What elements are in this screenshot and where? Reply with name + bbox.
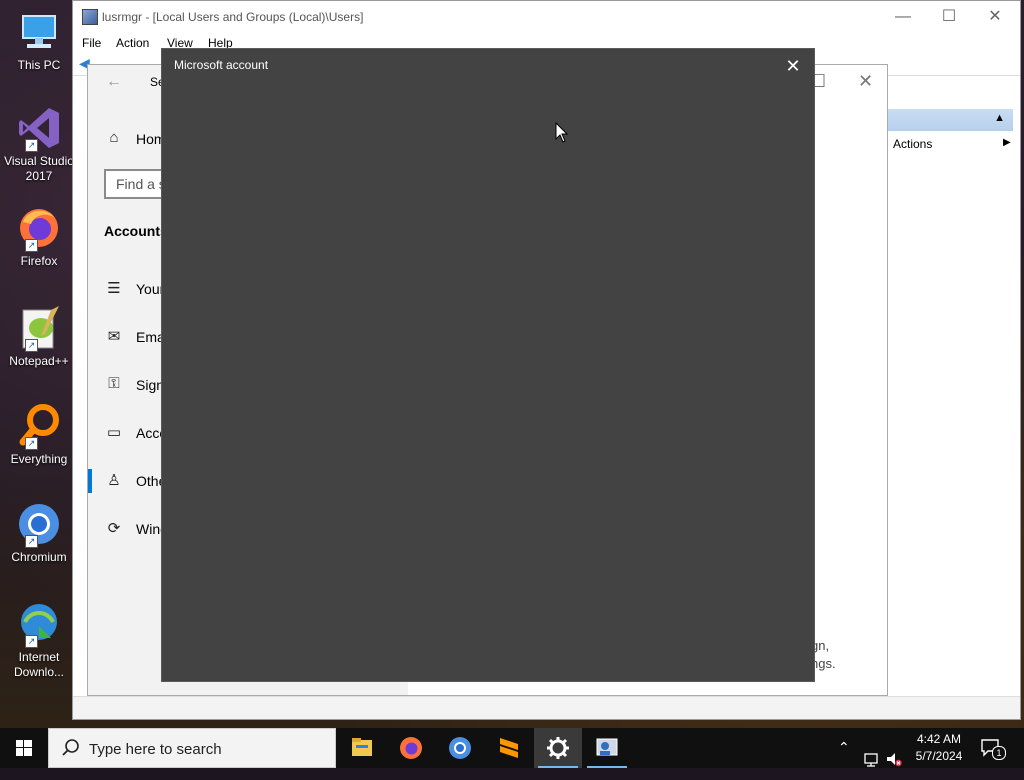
menu-file[interactable]: File	[82, 36, 101, 50]
taskbar-search-input[interactable]: Type here to search	[48, 728, 336, 768]
shortcut-arrow-icon: ↗	[25, 339, 38, 352]
network-icon[interactable]	[862, 740, 880, 780]
desktop-icon-chromium[interactable]: ↗ Chromium	[3, 500, 75, 565]
menu-action[interactable]: Action	[116, 36, 149, 50]
desktop-icon-visual-studio[interactable]: ↗ Visual Studio 2017	[3, 104, 75, 184]
windows-logo-icon	[16, 740, 32, 756]
everything-search-icon: ↗	[15, 402, 63, 450]
lusrmgr-icon	[82, 9, 98, 25]
firefox-icon: ↗	[15, 204, 63, 252]
shortcut-arrow-icon: ↗	[25, 635, 38, 648]
notification-badge: 1	[992, 746, 1006, 760]
taskbar-file-explorer[interactable]	[338, 728, 386, 768]
this-pc-icon	[15, 8, 63, 56]
shortcut-arrow-icon: ↗	[25, 437, 38, 450]
key-icon: ⚿	[108, 375, 120, 392]
shortcut-arrow-icon: ↗	[25, 535, 38, 548]
desktop-icon-everything[interactable]: ↗ Everything	[3, 402, 75, 467]
minimize-icon[interactable]: —	[880, 1, 926, 33]
lusrmgr-title: lusrmgr - [Local Users and Groups (Local…	[102, 10, 364, 24]
search-placeholder: Type here to search	[89, 741, 222, 758]
desktop-icon-this-pc[interactable]: This PC	[3, 8, 75, 73]
nav-item-label: Sign	[136, 377, 165, 393]
sync-icon: ⟳	[107, 520, 121, 537]
actions-pane-header: ▲	[888, 109, 1013, 131]
taskbar-lusrmgr[interactable]	[583, 728, 631, 768]
search-placeholder: Find a s	[116, 176, 166, 192]
sublime-icon	[500, 738, 518, 758]
desktop-icon-label: Internet Downlo...	[13, 650, 65, 679]
taskbar-settings[interactable]	[534, 728, 582, 768]
file-explorer-icon	[352, 738, 372, 756]
add-person-icon: ♙	[107, 472, 121, 489]
chevron-up-icon[interactable]: ⌃	[838, 739, 850, 779]
actions-label: Actions	[893, 137, 933, 151]
chevron-right-icon: ▶	[1003, 137, 1011, 148]
desktop-icon-label: Chromium	[11, 550, 67, 564]
lusrmgr-titlebar[interactable]: lusrmgr - [Local Users and Groups (Local…	[73, 1, 1020, 33]
desktop-icon-notepad-plus-plus[interactable]: ↗ Notepad++	[3, 304, 75, 369]
taskbar-firefox[interactable]	[387, 728, 435, 768]
home-icon: ⌂	[109, 129, 119, 146]
desktop-icon-label: Notepad++	[9, 354, 69, 368]
notepad-plus-plus-icon: ↗	[15, 304, 63, 352]
actions-item[interactable]: Actions ▶	[893, 137, 1011, 151]
close-icon[interactable]: ✕	[858, 71, 873, 92]
selected-indicator	[88, 469, 92, 493]
clock[interactable]: 4:42 AM 5/7/2024	[906, 731, 972, 765]
briefcase-icon: ▭	[106, 424, 122, 441]
desktop-icon-internet-download-manager[interactable]: ↗ Internet Downlo...	[3, 600, 75, 680]
notification-center-button[interactable]: 1	[980, 738, 1006, 778]
shortcut-arrow-icon: ↗	[25, 239, 38, 252]
start-button[interactable]	[0, 728, 48, 768]
shortcut-arrow-icon: ↗	[25, 139, 38, 152]
microsoft-account-dialog: Microsoft account ✕	[161, 48, 815, 682]
chromium-icon: ↗	[15, 500, 63, 548]
back-arrow-icon[interactable]: ←	[106, 73, 122, 91]
close-icon[interactable]: ✕	[780, 53, 806, 79]
person-card-icon: ☰	[107, 280, 121, 297]
taskbar-chromium[interactable]	[436, 728, 484, 768]
settings-section-heading: Accounts	[104, 223, 168, 239]
volume-muted-icon[interactable]	[885, 739, 903, 779]
dialog-title: Microsoft account	[174, 58, 269, 72]
desktop-icon-label: Firefox	[20, 254, 58, 268]
status-bar	[73, 696, 1020, 719]
clock-time: 4:42 AM	[916, 732, 962, 746]
taskbar-sublime[interactable]	[485, 728, 533, 768]
lusrmgr-icon	[596, 738, 618, 756]
mouse-cursor-icon	[555, 122, 569, 143]
desktop-icon-label: Visual Studio 2017	[4, 154, 74, 183]
search-icon	[62, 739, 79, 756]
firefox-icon	[400, 737, 422, 759]
mail-icon: ✉	[107, 328, 121, 345]
desktop-icon-label: Everything	[10, 452, 68, 466]
settings-icon	[547, 737, 569, 759]
desktop-icon-firefox[interactable]: ↗ Firefox	[3, 204, 75, 269]
internet-download-manager-icon: ↗	[15, 600, 63, 648]
maximize-icon[interactable]: ☐	[926, 1, 972, 33]
close-icon[interactable]: ✕	[972, 1, 1018, 33]
taskbar: Type here to search ⌃ 4:42 AM 5/7/2024 1	[0, 728, 1024, 768]
clock-date: 5/7/2024	[915, 749, 963, 763]
desktop-icon-label: This PC	[17, 58, 61, 72]
collapse-up-icon[interactable]: ▲	[994, 112, 1005, 124]
chromium-icon	[449, 737, 471, 759]
visual-studio-icon: ↗	[15, 104, 63, 152]
